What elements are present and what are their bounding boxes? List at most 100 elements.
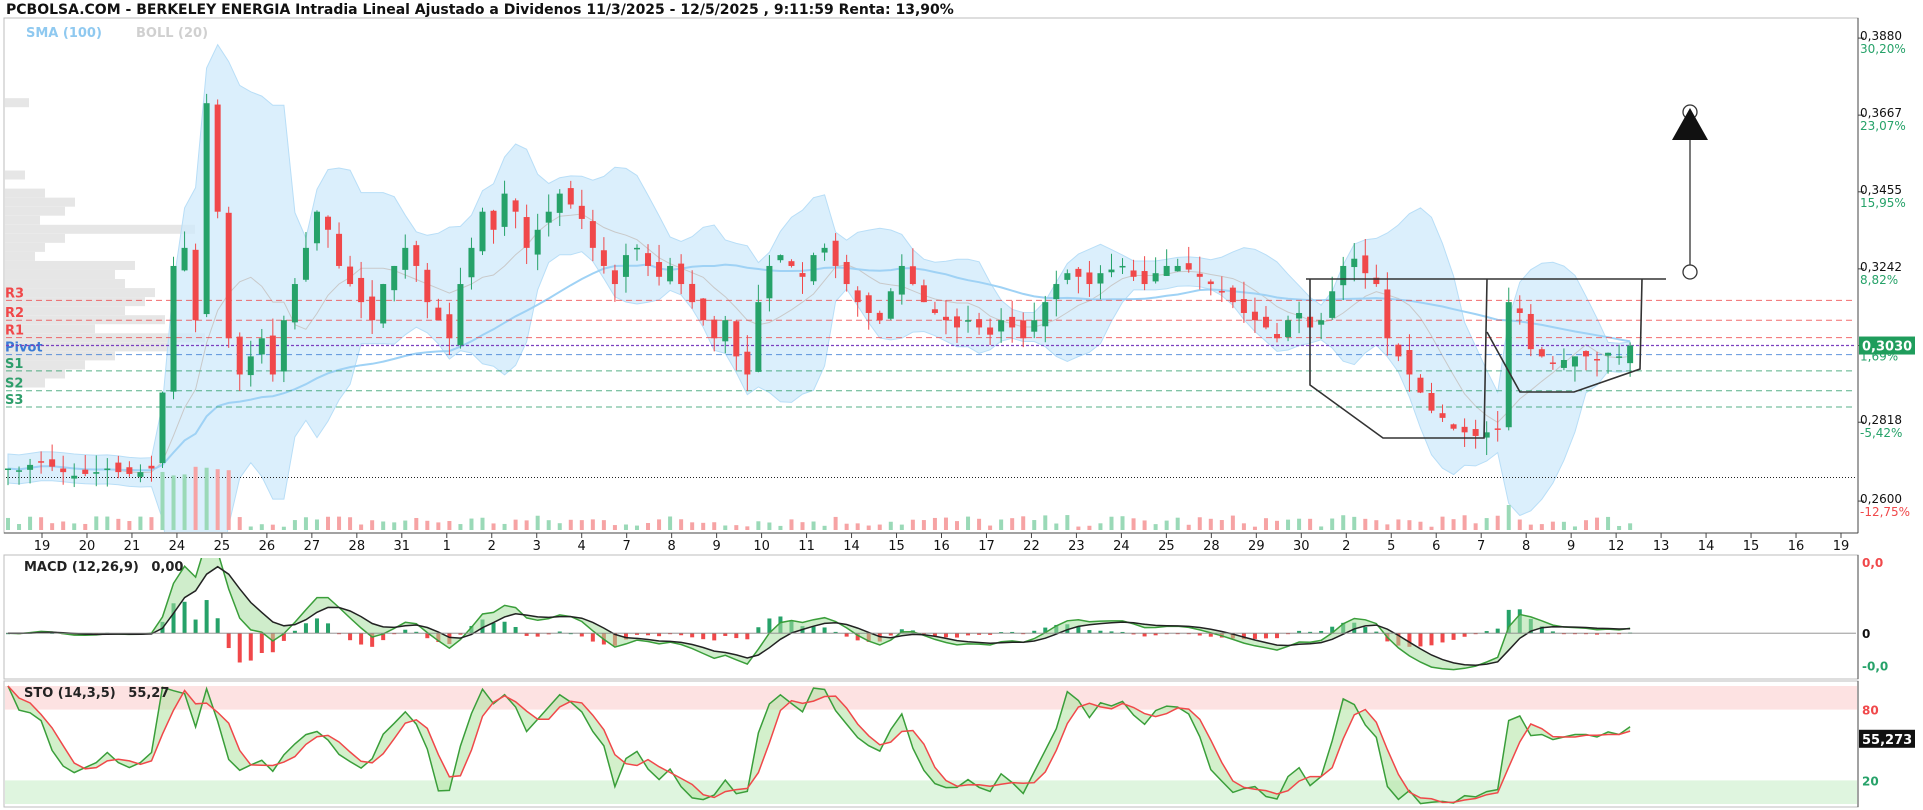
price-axis: 0,388030,20% 0,366723,07% 0,345515,95% 0,32… [1857, 18, 1915, 533]
candle-body [909, 266, 916, 285]
date-tick-label: 15 [1743, 539, 1760, 554]
volume-bar [1396, 519, 1401, 530]
volume-bar [1628, 523, 1633, 530]
candle-body [1020, 320, 1027, 339]
volume-bar [502, 523, 507, 530]
candle-body [600, 250, 607, 266]
candle-body [898, 265, 905, 295]
candle-body [490, 210, 497, 230]
volume-bar [1109, 516, 1114, 530]
volume-bar [1484, 518, 1489, 530]
volume-bar [888, 521, 893, 530]
sto-tick-label: 20 [1862, 774, 1879, 788]
macd-axis: 0,0 0 -0,0 [1857, 555, 1888, 679]
macd-title: MACD (12,26,9) [24, 560, 139, 575]
sto-legend[interactable]: STO (14,3,5) 55,27 [24, 686, 169, 701]
macd-histogram-bar [204, 600, 209, 634]
candle-body [1605, 352, 1612, 356]
volume-bar [712, 522, 717, 530]
date-tick-label: 24 [1113, 539, 1130, 554]
date-tick-label: 19 [34, 539, 51, 554]
date-tick-label: 13 [1653, 539, 1670, 554]
volume-bar [1297, 518, 1302, 530]
volume-bar [204, 467, 209, 530]
pivot-label: R3 [5, 286, 24, 301]
volume-bar [1010, 518, 1015, 530]
pivot-label: S2 [5, 377, 23, 392]
macd-histogram-bar [590, 633, 595, 642]
volume-profile-bar [5, 270, 115, 279]
volume-bar [1164, 520, 1169, 530]
volume-bar [1065, 515, 1070, 530]
candle-body [1218, 291, 1225, 293]
sto-oversold-zone [5, 780, 1857, 804]
candle-body [556, 193, 563, 213]
candle-body [1616, 356, 1623, 358]
volume-bar [171, 475, 176, 530]
candle-body [1251, 311, 1258, 321]
volume-bar [469, 518, 474, 530]
macd-histogram-bar [535, 633, 540, 637]
price-chart[interactable]: R3 R2 R1 PivotS1 S2S3 0,388030,20% 0,366723,0… [0, 0, 1923, 810]
volume-bar [1142, 520, 1147, 530]
candle-body [755, 302, 762, 372]
candle-body [170, 265, 177, 392]
macd-histogram-bar [1263, 633, 1268, 639]
volume-bar [899, 524, 904, 530]
macd-histogram-bar [745, 633, 750, 640]
macd-histogram-bar [403, 629, 408, 634]
date-tick-label: 23 [1068, 539, 1085, 554]
candle-body [413, 245, 420, 266]
volume-bar [1131, 518, 1136, 530]
macd-histogram-bar [513, 626, 518, 634]
candle-body [192, 249, 199, 321]
date-tick-label: 22 [1023, 539, 1040, 554]
macd-histogram-bar [1418, 633, 1423, 647]
volume-profile-bar [5, 206, 65, 216]
date-tick-label: 4 [578, 539, 586, 554]
volume-profile-bar [5, 251, 35, 261]
volume-bar [303, 517, 308, 530]
volume-bar [513, 519, 518, 530]
price-tick-pct: 23,07% [1860, 119, 1906, 133]
volume-bar [72, 523, 77, 530]
candle-body [1207, 281, 1214, 285]
volume-bar [314, 519, 319, 530]
volume-bar [1451, 519, 1456, 530]
candle-body [854, 290, 861, 303]
volume-bar [546, 520, 551, 530]
price-tick-pct: -5,42% [1860, 426, 1902, 440]
candle-body [876, 312, 883, 321]
volume-bar [921, 520, 926, 530]
candle-body [115, 462, 122, 473]
candle-body [358, 277, 365, 303]
date-tick-label: 8 [1522, 539, 1530, 554]
candle-body [1351, 258, 1358, 268]
macd-histogram-bar [182, 601, 187, 634]
date-tick-label: 5 [1387, 539, 1395, 554]
macd-histogram-bar [1462, 633, 1467, 637]
boll-legend[interactable]: BOLL (20) [136, 26, 208, 41]
volume-bar [557, 523, 562, 530]
candle-body [656, 262, 663, 277]
volume-bar [149, 517, 154, 530]
volume-profile-bar [5, 233, 65, 243]
candle-body [622, 255, 629, 277]
volume-bar [491, 523, 496, 530]
volume-bar [1385, 524, 1390, 530]
macd-histogram-bar [1495, 628, 1500, 634]
candle-body [60, 468, 67, 473]
date-tick-label: 1 [443, 539, 451, 554]
volume-bar [590, 519, 595, 530]
macd-histogram-bar [734, 633, 739, 639]
date-tick-label: 9 [1567, 539, 1575, 554]
candle-body [181, 247, 188, 271]
price-tick-label: 0,2818 [1860, 413, 1902, 427]
volume-bar [1429, 526, 1434, 530]
volume-bar [634, 525, 639, 530]
candle-body [457, 284, 464, 346]
macd-legend[interactable]: MACD (12,26,9) 0,00 [24, 560, 183, 575]
volume-bar [116, 518, 121, 530]
sma-legend[interactable]: SMA (100) [26, 26, 102, 41]
volume-bar [723, 525, 728, 530]
